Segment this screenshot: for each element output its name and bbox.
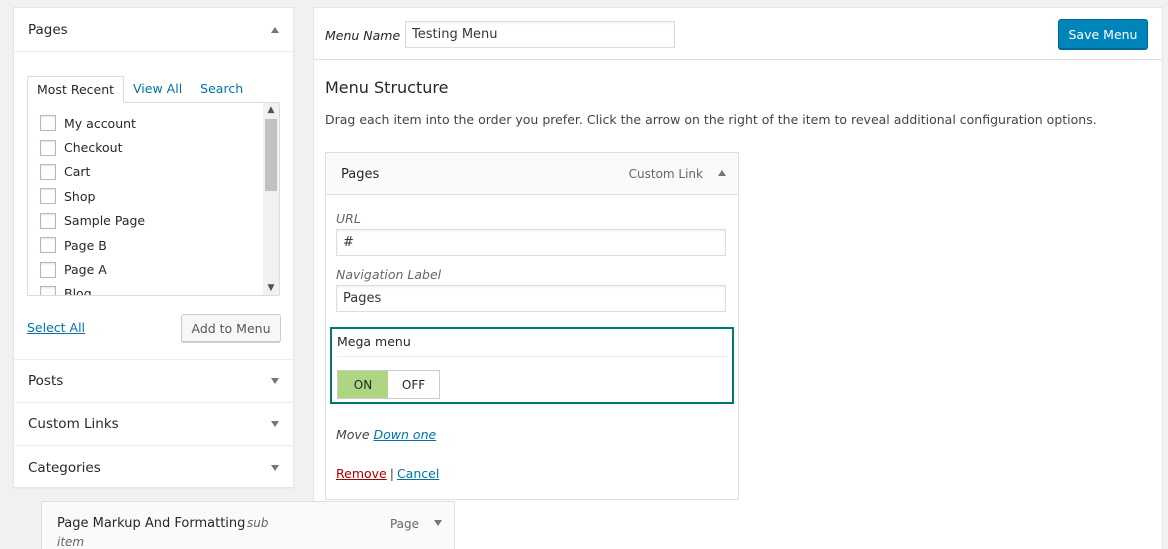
categories-section-header[interactable]: Categories — [14, 446, 293, 489]
action-separator: | — [389, 466, 394, 481]
cancel-link[interactable]: Cancel — [397, 466, 439, 481]
add-to-menu-button[interactable]: Add to Menu — [181, 314, 281, 342]
checkbox[interactable] — [40, 163, 56, 180]
move-row: Move Down one — [336, 427, 436, 442]
sub-item-title: Page Markup And Formatting — [57, 516, 246, 531]
list-item[interactable]: Page B — [28, 233, 279, 257]
menu-header-bar: Menu Name Save Menu — [314, 8, 1162, 60]
checkbox[interactable] — [40, 188, 56, 205]
page-label: My account — [64, 115, 136, 131]
menu-management-panel: Menu Name Save Menu Menu Structure Drag … — [313, 7, 1163, 549]
url-label: URL — [336, 211, 361, 226]
list-item[interactable]: Checkout — [28, 135, 279, 159]
list-item[interactable]: Page A — [28, 257, 279, 281]
page-label: Sample Page — [64, 213, 146, 229]
page-label: Shop — [64, 188, 96, 204]
toggle-on-option[interactable]: ON — [338, 371, 388, 398]
menu-item-handle[interactable]: Pages Custom Link — [326, 153, 738, 195]
pages-section-header[interactable]: Pages — [14, 8, 293, 52]
list-item[interactable]: Sample Page — [28, 209, 279, 233]
categories-section-title: Categories — [28, 459, 101, 476]
menu-item-pages: Pages Custom Link URL Navigation Label M… — [325, 152, 739, 500]
checkbox[interactable] — [40, 212, 56, 229]
move-down-one-link[interactable]: Down one — [374, 427, 437, 442]
checkbox[interactable] — [40, 115, 56, 132]
checkbox[interactable] — [40, 285, 56, 295]
posts-section-title: Posts — [28, 373, 64, 389]
page-label: Cart — [64, 164, 91, 180]
pages-tabs: Most Recent View All Search — [27, 76, 252, 103]
checkbox[interactable] — [40, 237, 56, 254]
checkbox[interactable] — [40, 139, 56, 156]
tab-search[interactable]: Search — [191, 76, 252, 103]
custom-links-section-header[interactable]: Custom Links — [14, 403, 293, 446]
page-label: Checkout — [64, 140, 123, 156]
scroll-down-icon[interactable]: ▼ — [263, 281, 279, 295]
page-label: Page B — [64, 237, 107, 253]
menu-structure-description: Drag each item into the order you prefer… — [325, 112, 1097, 127]
scroll-thumb[interactable] — [265, 119, 277, 191]
scroll-up-icon[interactable]: ▲ — [263, 103, 279, 117]
menu-item-type: Custom Link — [628, 167, 703, 181]
custom-links-section-title: Custom Links — [28, 416, 119, 432]
list-item[interactable]: My account — [28, 111, 279, 135]
mega-menu-option: Mega menu ON OFF — [330, 327, 734, 404]
pages-section-title: Pages — [28, 21, 68, 38]
list-item[interactable]: Cart — [28, 160, 279, 184]
tab-view-all[interactable]: View All — [124, 76, 191, 103]
menu-item-title: Pages — [341, 167, 380, 182]
menu-name-input[interactable] — [405, 21, 675, 48]
remove-link[interactable]: Remove — [336, 466, 387, 481]
list-item[interactable]: Blog — [28, 282, 279, 296]
collapse-arrow-icon[interactable] — [718, 170, 726, 176]
checkbox[interactable] — [40, 261, 56, 278]
page-label: Page A — [64, 262, 107, 278]
tab-most-recent[interactable]: Most Recent — [27, 76, 125, 103]
list-item[interactable]: Shop — [28, 184, 279, 208]
page-label: Blog — [64, 286, 92, 296]
expand-arrow-icon[interactable] — [271, 421, 279, 427]
item-actions: Remove | Cancel — [336, 466, 439, 481]
menu-item-sub[interactable]: Page Markup And Formatting sub item Page — [41, 501, 455, 549]
sub-item-badge-2: item — [57, 535, 85, 549]
pages-section-body: Most Recent View All Search My account C… — [14, 52, 293, 360]
posts-section-header[interactable]: Posts — [14, 360, 293, 403]
save-menu-button[interactable]: Save Menu — [1058, 19, 1148, 49]
navigation-label-input[interactable] — [336, 285, 726, 312]
mega-menu-toggle[interactable]: ON OFF — [337, 370, 440, 399]
navigation-label-label: Navigation Label — [336, 267, 442, 282]
menu-structure-title: Menu Structure — [325, 78, 449, 97]
pages-checklist[interactable]: My account Checkout Cart Shop Sample Pag… — [27, 102, 280, 296]
move-label: Move — [336, 427, 370, 442]
select-all-link[interactable]: Select All — [27, 320, 85, 335]
expand-arrow-icon[interactable] — [434, 520, 442, 526]
menu-name-label: Menu Name — [325, 28, 401, 43]
url-input[interactable] — [336, 229, 726, 256]
add-menu-items-panel: Pages Most Recent View All Search My acc… — [13, 7, 294, 488]
expand-arrow-icon[interactable] — [271, 464, 279, 471]
expand-arrow-icon[interactable] — [271, 378, 279, 384]
collapse-arrow-icon[interactable] — [271, 26, 279, 33]
divider — [337, 356, 727, 357]
mega-menu-label: Mega menu — [337, 334, 411, 349]
scrollbar[interactable]: ▲ ▼ — [263, 103, 279, 295]
sub-item-type: Page — [389, 517, 419, 531]
toggle-off-option[interactable]: OFF — [388, 371, 439, 398]
sub-item-badge: sub — [247, 516, 269, 530]
